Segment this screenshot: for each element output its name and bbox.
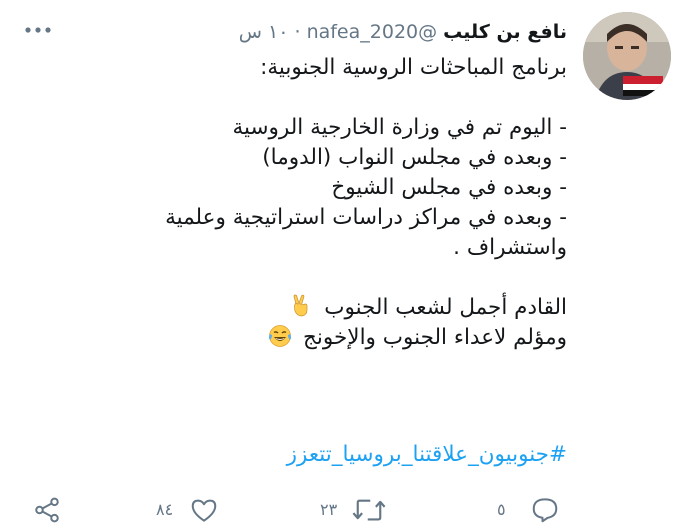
reply-count: ٥ xyxy=(497,500,506,519)
like-button[interactable]: ٨٤ xyxy=(156,490,219,529)
hashtag-link[interactable]: #جنوبيون_علاقتنا_بروسيا_تتعزز xyxy=(287,440,567,470)
tweet-line-text: القادم أجمل لشعب الجنوب xyxy=(324,295,567,320)
user-handle[interactable]: @nafea_2020 xyxy=(307,21,438,43)
tweet-line: - اليوم تم في وزارة الخارجية الروسية xyxy=(232,115,567,140)
victory-hand-emoji-icon xyxy=(294,294,308,317)
more-options-button[interactable] xyxy=(24,12,52,60)
retweet-button[interactable]: ٢٣ xyxy=(320,490,387,529)
tweet-line-with-emoji: ومؤلم لاعداء الجنوب والإخونج xyxy=(137,323,567,353)
heart-icon xyxy=(191,499,217,522)
tweet-header: نافع بن كليب @nafea_2020 · ١٠ س xyxy=(239,12,567,52)
share-icon xyxy=(35,497,59,522)
separator-dot: · xyxy=(294,21,301,43)
tweet-line-with-emoji: القادم أجمل لشعب الجنوب xyxy=(137,293,567,323)
tweet-line: - وبعده في مراكز دراسات استراتيجية وعلمي… xyxy=(165,205,567,230)
tweet-line: برنامج المباحثات الروسية الجنوبية: xyxy=(260,55,567,80)
tweet-line: واستشراف . xyxy=(453,235,567,260)
retweet-icon xyxy=(352,499,386,520)
tears-of-joy-emoji-icon xyxy=(269,325,292,347)
reply-button[interactable]: ٥ xyxy=(497,490,560,529)
reply-icon xyxy=(532,497,557,522)
retweet-count: ٢٣ xyxy=(320,500,338,519)
tweet-line-text: ومؤلم لاعداء الجنوب والإخونج xyxy=(303,325,567,350)
tweet-line: - وبعده في مجلس النواب (الدوما) xyxy=(262,145,567,170)
like-count: ٨٤ xyxy=(156,500,174,519)
avatar[interactable] xyxy=(583,12,671,100)
tweet-text: برنامج المباحثات الروسية الجنوبية: - الي… xyxy=(137,53,567,353)
more-dots-icon xyxy=(25,27,51,33)
tweet-action-bar: ٥ ٢٣ ٨٤ xyxy=(0,490,700,529)
tweet-line: - وبعده في مجلس الشيوخ xyxy=(331,175,567,200)
display-name[interactable]: نافع بن كليب xyxy=(443,21,567,43)
share-button[interactable] xyxy=(32,490,62,529)
timestamp[interactable]: ١٠ س xyxy=(239,21,289,43)
